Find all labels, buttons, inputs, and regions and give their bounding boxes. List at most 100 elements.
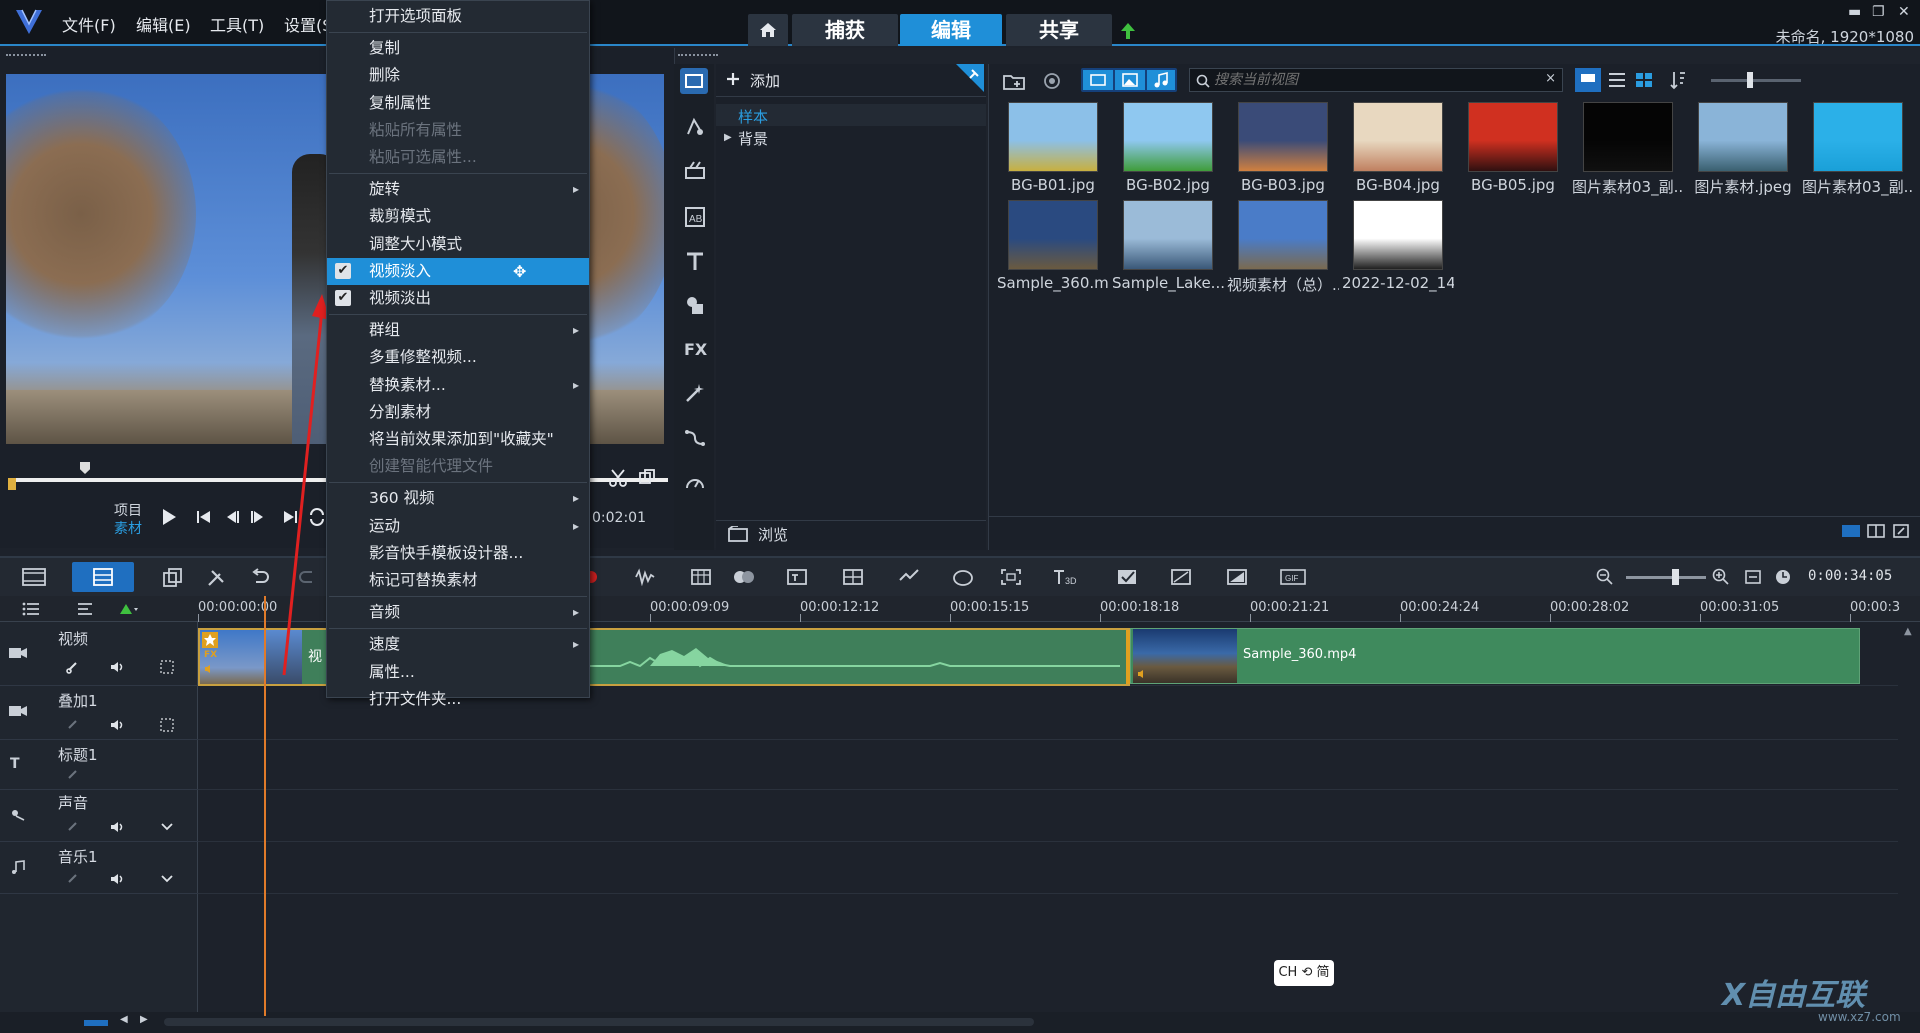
transition-icon[interactable] xyxy=(684,160,706,182)
media-item[interactable]: BG-B02.jpg xyxy=(1112,100,1224,194)
add-folder-button[interactable]: 添加 xyxy=(750,70,780,91)
context-menu-item[interactable]: 速度 ▸ xyxy=(327,631,589,658)
graphic-icon[interactable] xyxy=(684,294,706,316)
minimize-button[interactable]: ▬ xyxy=(1848,4,1861,20)
mask-creator-icon[interactable] xyxy=(1116,568,1138,586)
media-item[interactable]: Sample_360.m... xyxy=(997,198,1109,292)
scroll-indicator[interactable] xyxy=(84,1020,108,1026)
context-menu-item[interactable]: 属性... xyxy=(327,659,589,686)
folder-item-background[interactable]: 背景 xyxy=(738,128,768,149)
chevron-down-icon[interactable] xyxy=(160,822,174,832)
redo-icon[interactable] xyxy=(298,568,318,586)
motion-path-icon[interactable] xyxy=(684,426,706,448)
speaker-icon[interactable] xyxy=(110,820,126,834)
track-name-video[interactable]: 视频 xyxy=(58,628,88,649)
trim-start-marker[interactable] xyxy=(8,478,16,490)
zoom-slider-handle[interactable] xyxy=(1672,569,1679,585)
menu-file[interactable]: 文件(F) xyxy=(62,12,116,36)
filter-audio-button[interactable] xyxy=(1147,70,1175,90)
go-end-icon[interactable] xyxy=(282,510,298,524)
browse-folder-icon[interactable] xyxy=(728,526,748,542)
scroll-up-icon[interactable]: ▲ xyxy=(1904,626,1912,637)
speaker-icon[interactable] xyxy=(110,660,126,674)
project-mode-label[interactable]: 项目 xyxy=(114,500,142,520)
clear-search-icon[interactable]: × xyxy=(1545,71,1556,86)
close-button[interactable]: ✕ xyxy=(1898,4,1910,20)
search-input[interactable] xyxy=(1214,71,1534,89)
context-menu-item[interactable]: 影音快手模板设计器... xyxy=(327,540,589,567)
context-menu-item[interactable]: 多重修整视频... xyxy=(327,344,589,371)
vertical-scrollbar[interactable]: ▲ xyxy=(1898,622,1920,1012)
repeat-icon[interactable] xyxy=(308,508,326,526)
play-icon[interactable] xyxy=(160,508,178,526)
media-item[interactable]: BG-B05.jpg xyxy=(1457,100,1569,194)
speaker-icon[interactable] xyxy=(110,872,126,886)
context-menu-item[interactable]: 删除 xyxy=(327,62,589,89)
browse-button[interactable]: 浏览 xyxy=(758,524,788,545)
media-item[interactable]: BG-B01.jpg xyxy=(997,100,1109,194)
horizontal-scroll-thumb[interactable] xyxy=(164,1018,1034,1026)
context-menu-item[interactable]: 调整大小模式 xyxy=(327,231,589,258)
context-menu-item[interactable]: 分割素材 xyxy=(327,399,589,426)
ime-indicator[interactable]: CH ⟲ 简 xyxy=(1274,960,1334,986)
ripple-icon[interactable] xyxy=(160,660,174,674)
pan-zoom-icon[interactable] xyxy=(1000,568,1022,586)
link-icon[interactable] xyxy=(66,768,82,782)
fit-project-icon[interactable] xyxy=(1744,568,1762,586)
pin-icon[interactable] xyxy=(952,64,984,94)
context-menu-item[interactable]: 复制属性 xyxy=(327,90,589,117)
restore-button[interactable]: ❐ xyxy=(1872,4,1885,20)
context-menu-item[interactable]: 音频 ▸ xyxy=(327,599,589,626)
slider-handle[interactable] xyxy=(1747,72,1753,88)
link-icon[interactable] xyxy=(66,872,82,886)
view-thumbnail-button[interactable] xyxy=(1575,68,1601,92)
sort-icon[interactable] xyxy=(1669,70,1687,90)
search-box[interactable]: × xyxy=(1189,68,1563,92)
media-item[interactable]: 图片素材.jpeg xyxy=(1687,100,1799,196)
media-item[interactable]: 2022-12-02_14... xyxy=(1342,198,1454,292)
3d-title-icon[interactable]: 3D xyxy=(1052,568,1078,586)
next-frame-icon[interactable] xyxy=(250,510,266,524)
context-menu-item[interactable]: 视频淡出 ✔ xyxy=(327,285,589,312)
zoom-out-icon[interactable] xyxy=(1596,568,1614,586)
filter-photo-button[interactable] xyxy=(1115,70,1145,90)
text-t-icon[interactable] xyxy=(684,250,706,272)
multi-clip-icon[interactable] xyxy=(162,568,184,588)
timeline-view-button[interactable] xyxy=(72,562,134,592)
menu-edit[interactable]: 编辑(E) xyxy=(136,12,191,36)
color-blend-icon[interactable] xyxy=(732,568,756,586)
clip-mode-label[interactable]: 素材 xyxy=(114,518,142,538)
filter-video-button[interactable] xyxy=(1083,70,1113,90)
folder-item-sample[interactable]: 样本 xyxy=(716,104,986,126)
zoom-in-icon[interactable] xyxy=(1712,568,1730,586)
thumbnail-size-slider[interactable] xyxy=(1711,79,1801,82)
chevron-down-icon[interactable] xyxy=(160,874,174,884)
media-item[interactable]: 图片素材03_副... xyxy=(1572,100,1684,196)
subtitle-icon[interactable] xyxy=(786,568,808,586)
media-item[interactable]: 图片素材03_副... xyxy=(1802,100,1914,196)
media-item[interactable]: BG-B04.jpg xyxy=(1342,100,1454,194)
copy-frame-icon[interactable] xyxy=(638,468,656,486)
context-menu-item[interactable]: 标记可替换素材 xyxy=(327,567,589,594)
title-ab-icon[interactable]: AB xyxy=(684,206,706,228)
undo-icon[interactable] xyxy=(250,568,270,586)
expand-arrow-icon[interactable]: ▶ xyxy=(724,132,732,143)
menu-tools[interactable]: 工具(T) xyxy=(210,12,264,36)
grid-view-icon[interactable] xyxy=(1635,72,1653,88)
scroll-left-icon[interactable]: ◀ xyxy=(120,1014,128,1025)
track-name-title[interactable]: 标题1 xyxy=(58,744,98,765)
context-menu-item[interactable]: 旋转 ▸ xyxy=(327,176,589,203)
context-menu-item[interactable]: 群组 ▸ xyxy=(327,317,589,344)
context-menu-item[interactable]: 将当前效果添加到"收藏夹" xyxy=(327,426,589,453)
tab-share[interactable]: 共享 xyxy=(1006,14,1112,46)
context-menu-item[interactable]: 裁剪模式 xyxy=(327,203,589,230)
rotate-360-icon[interactable] xyxy=(952,568,974,588)
motion-tracking-icon[interactable] xyxy=(898,568,920,586)
panel-toggle-icon[interactable] xyxy=(1867,524,1885,538)
edit-icon[interactable] xyxy=(1893,524,1909,538)
go-start-icon[interactable] xyxy=(196,510,212,524)
prev-frame-icon[interactable] xyxy=(224,510,240,524)
crop-icon[interactable] xyxy=(1170,568,1192,586)
fx-filter-icon[interactable]: FX xyxy=(684,340,707,359)
ripple-icon[interactable] xyxy=(160,718,174,732)
